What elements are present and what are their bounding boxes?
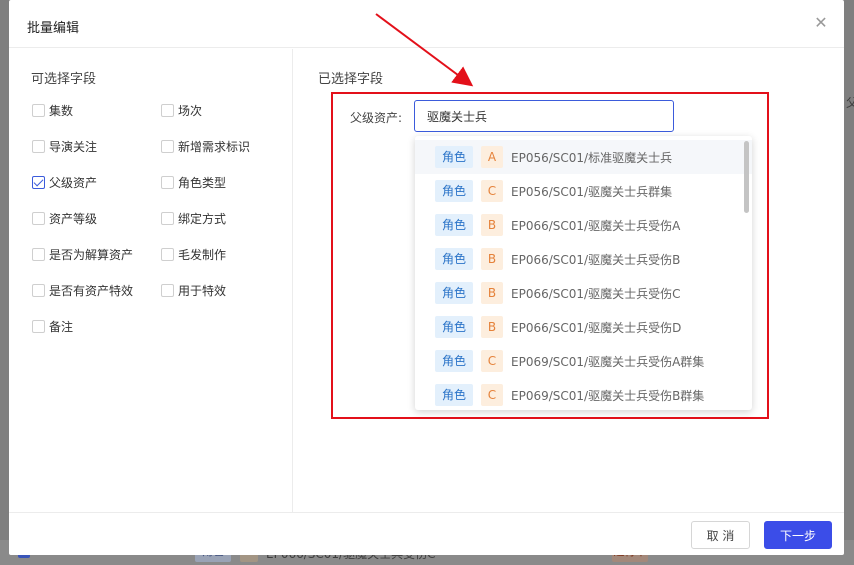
grade-tag: B	[481, 248, 503, 270]
selected-fields-pane: 已选择字段 父级资产: 角色AEP056/SC01/标准驱魔关士兵角色CEP05…	[294, 49, 844, 512]
field-label: 集数	[49, 103, 74, 118]
checkbox[interactable]	[161, 211, 174, 225]
checkbox[interactable]	[32, 211, 45, 225]
type-tag: 角色	[435, 384, 473, 406]
grade-tag: C	[481, 180, 503, 202]
dropdown-scrollbar-thumb[interactable]	[744, 141, 749, 213]
field-label: 用于特效	[178, 283, 227, 298]
field-checkbox-item[interactable]: 父级资产	[32, 173, 97, 191]
field-label: 父级资产	[49, 175, 98, 190]
batch-edit-modal: 批量编辑 ✕ 可选择字段 集数 场次导演关注 新增需求标识父级资产 角色类型资产等级 绑…	[9, 0, 844, 555]
checkbox[interactable]	[32, 283, 45, 297]
parent-asset-input[interactable]	[414, 100, 674, 132]
field-checkbox-item[interactable]: 备注	[32, 317, 73, 335]
field-label: 备注	[49, 319, 74, 334]
field-checkbox-item[interactable]: 导演关注	[32, 137, 97, 155]
option-name: EP066/SC01/驱魔关士兵受伤A	[511, 218, 681, 233]
dropdown-option[interactable]: 角色 C EP056/SC01/驱魔关士兵群集	[415, 174, 752, 208]
dropdown-option[interactable]: 角色 B EP066/SC01/驱魔关士兵受伤B	[415, 242, 752, 276]
option-name: EP069/SC01/驱魔关士兵受伤A群集	[511, 354, 705, 369]
field-label: 导演关注	[49, 139, 98, 154]
field-label: 新增需求标识	[178, 139, 251, 154]
field-checkbox-item[interactable]: 资产等级	[32, 209, 97, 227]
modal-footer: 取 消 下一步	[9, 512, 844, 555]
modal-body: 可选择字段 集数 场次导演关注 新增需求标识父级资产 角色类型资产等级 绑定方式是否为解…	[9, 49, 844, 512]
checkbox[interactable]	[161, 103, 174, 117]
parent-asset-dropdown: 角色 A EP056/SC01/标准驱魔关士兵 角色 C EP056/SC01/驱魔关士兵…	[415, 136, 752, 410]
option-name: EP056/SC01/标准驱魔关士兵	[511, 150, 673, 165]
checkbox[interactable]	[32, 103, 45, 117]
field-checkbox-item[interactable]: 是否有资产特效	[32, 281, 133, 299]
cancel-button[interactable]: 取 消	[691, 521, 750, 549]
field-label: 资产等级	[49, 211, 98, 226]
grade-tag: B	[481, 316, 503, 338]
field-checkbox-item[interactable]: 新增需求标识	[161, 137, 250, 155]
grade-tag: C	[481, 350, 503, 372]
selected-fields-title: 已选择字段	[318, 72, 384, 87]
field-label: 角色类型	[178, 175, 227, 190]
checkbox[interactable]	[161, 247, 174, 261]
field-label: 绑定方式	[178, 211, 227, 226]
field-label: 毛发制作	[178, 247, 227, 262]
field-label: 场次	[178, 103, 203, 118]
type-tag: 角色	[435, 214, 473, 236]
grade-tag: C	[481, 384, 503, 406]
dropdown-option[interactable]: 角色 B EP066/SC01/驱魔关士兵受伤C	[415, 276, 752, 310]
option-name: EP056/SC01/驱魔关士兵群集	[511, 184, 673, 199]
dropdown-option[interactable]: 角色 C EP069/SC01/驱魔关士兵受伤B群集	[415, 378, 752, 410]
type-tag: 角色	[435, 282, 473, 304]
field-checkbox-item[interactable]: 绑定方式	[161, 209, 226, 227]
option-name: EP066/SC01/驱魔关士兵受伤C	[511, 286, 681, 301]
modal-title: 批量编辑	[27, 21, 80, 36]
close-icon[interactable]: ✕	[810, 12, 832, 34]
type-tag: 角色	[435, 180, 473, 202]
option-name: EP066/SC01/驱魔关士兵受伤D	[511, 320, 682, 335]
option-name: EP066/SC01/驱魔关士兵受伤B	[511, 252, 681, 267]
field-label: 是否为解算资产	[49, 247, 134, 262]
checkbox[interactable]	[161, 139, 174, 153]
field-checkbox-item[interactable]: 集数	[32, 101, 73, 119]
dropdown-option[interactable]: 角色 A EP056/SC01/标准驱魔关士兵	[415, 140, 752, 174]
field-checkbox-item[interactable]: 毛发制作	[161, 245, 226, 263]
field-checkbox-item[interactable]: 角色类型	[161, 173, 226, 191]
type-tag: 角色	[435, 248, 473, 270]
parent-asset-label: 父级资产:	[350, 111, 403, 125]
checkbox[interactable]	[32, 319, 45, 333]
grade-tag: A	[481, 146, 503, 168]
grade-tag: B	[481, 214, 503, 236]
field-checkbox-item[interactable]: 场次	[161, 101, 202, 119]
available-fields-pane: 可选择字段 集数 场次导演关注 新增需求标识父级资产 角色类型资产等级 绑定方式是否为解…	[9, 49, 293, 512]
checkbox[interactable]	[161, 283, 174, 297]
type-tag: 角色	[435, 350, 473, 372]
field-checkbox-item[interactable]: 是否为解算资产	[32, 245, 133, 263]
modal-header: 批量编辑 ✕	[9, 0, 844, 48]
dropdown-option[interactable]: 角色 B EP066/SC01/驱魔关士兵受伤D	[415, 310, 752, 344]
checkbox[interactable]	[32, 175, 45, 189]
field-checkbox-item[interactable]: 用于特效	[161, 281, 226, 299]
checkbox[interactable]	[32, 139, 45, 153]
type-tag: 角色	[435, 316, 473, 338]
available-fields-title: 可选择字段	[31, 72, 97, 87]
checkbox[interactable]	[161, 175, 174, 189]
grade-tag: B	[481, 282, 503, 304]
field-label: 是否有资产特效	[49, 283, 134, 298]
next-step-button[interactable]: 下一步	[764, 521, 832, 549]
dropdown-option[interactable]: 角色 B EP066/SC01/驱魔关士兵受伤A	[415, 208, 752, 242]
option-name: EP069/SC01/驱魔关士兵受伤B群集	[511, 388, 705, 403]
dropdown-option[interactable]: 角色 C EP069/SC01/驱魔关士兵受伤A群集	[415, 344, 752, 378]
background-side-text: 父	[846, 96, 854, 110]
checkbox[interactable]	[32, 247, 45, 261]
type-tag: 角色	[435, 146, 473, 168]
